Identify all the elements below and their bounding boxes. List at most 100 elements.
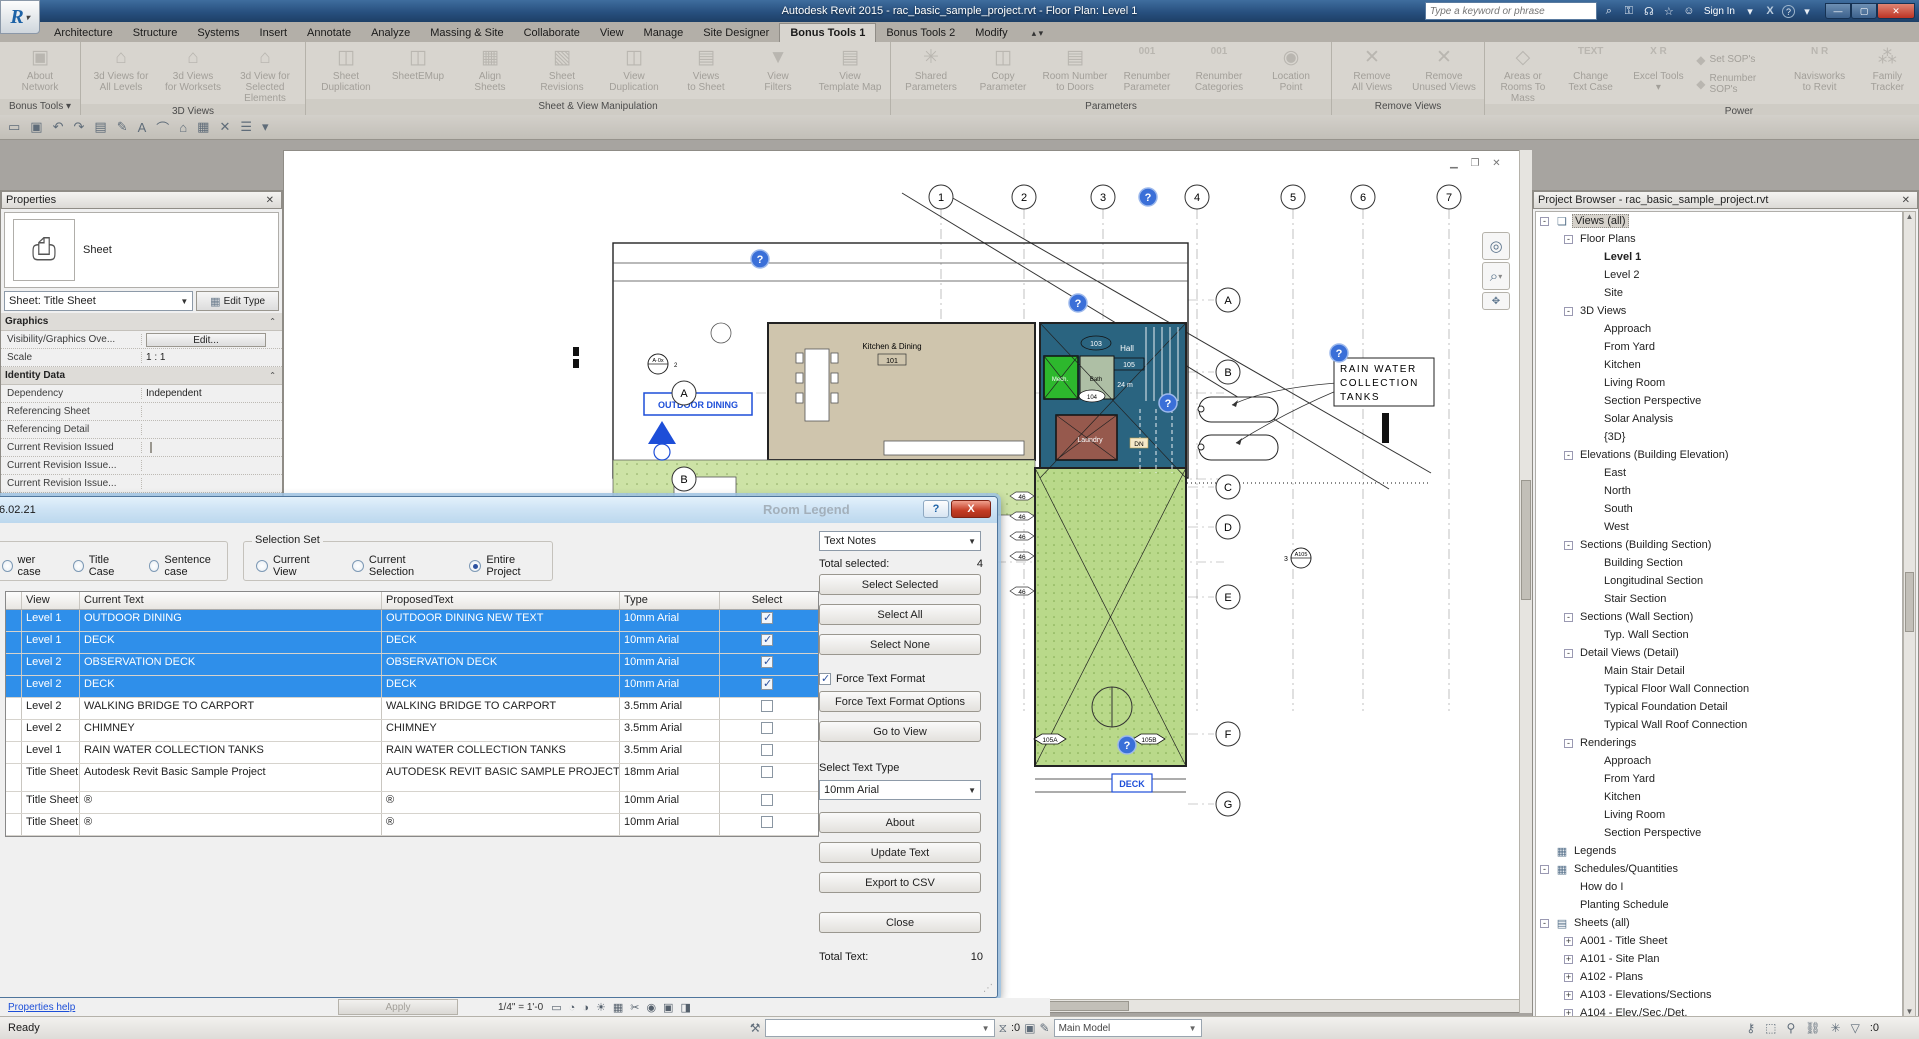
force-text-format-checkbox[interactable]	[819, 673, 831, 685]
update-text-button[interactable]: Update Text	[819, 842, 981, 863]
tree-item-site[interactable]: Site	[1536, 284, 1902, 302]
graphics-section-header[interactable]: Graphics⌃	[1, 313, 282, 331]
qat-icon-9[interactable]: ▦	[197, 119, 209, 135]
qat-icon-11[interactable]: ☰	[240, 119, 252, 135]
table-row[interactable]: Level 1DECKDECK10mm Arial	[6, 632, 818, 654]
tree-expander-icon[interactable]: +	[1564, 991, 1573, 1000]
restore-button[interactable]: ▢	[1851, 3, 1877, 19]
tree-item-schedules-quantities[interactable]: -▦Schedules/Quantities	[1536, 860, 1902, 878]
vg-edit-button[interactable]: Edit...	[146, 333, 266, 347]
qat-icon-8[interactable]: ⌂	[179, 120, 187, 135]
tree-expander-icon[interactable]: +	[1564, 937, 1573, 946]
sign-in-dropdown-icon[interactable]: ▾	[1742, 5, 1758, 18]
tree-expander-icon[interactable]: -	[1540, 919, 1549, 928]
tree-item-section-perspective[interactable]: Section Perspective	[1536, 824, 1902, 842]
qat-icon-4[interactable]: ▤	[94, 119, 106, 135]
ribbon-button-copy-parameter[interactable]: ◫Copy Parameter	[967, 43, 1039, 99]
apply-button[interactable]: Apply	[338, 999, 458, 1015]
row-select-checkbox[interactable]	[761, 612, 773, 624]
tree-item-planting-schedule[interactable]: Planting Schedule	[1536, 896, 1902, 914]
table-row[interactable]: Level 1OUTDOOR DININGOUTDOOR DINING NEW …	[6, 610, 818, 632]
close-button[interactable]: ✕	[1877, 3, 1915, 19]
tree-item-typical-floor-wall-connection[interactable]: Typical Floor Wall Connection	[1536, 680, 1902, 698]
tree-item-south[interactable]: South	[1536, 500, 1902, 518]
elevation-marker[interactable]: A·0x 2	[648, 354, 678, 374]
help-dropdown-icon[interactable]: ▾	[1799, 5, 1815, 18]
row-select-checkbox[interactable]	[761, 794, 773, 806]
tree-item-section-perspective[interactable]: Section Perspective	[1536, 392, 1902, 410]
ribbon-button-3d-views-for-all-levels[interactable]: ⌂3d Views for All Levels	[85, 43, 157, 104]
qat-icon-2[interactable]: ↶	[53, 119, 64, 135]
view-control-icon-6[interactable]: ◉	[646, 1002, 656, 1014]
tree-item-sheets-all-[interactable]: -▤Sheets (all)	[1536, 914, 1902, 932]
tree-item-living-room[interactable]: Living Room	[1536, 806, 1902, 824]
table-header-row[interactable]: View Current Text ProposedText Type Sele…	[6, 592, 818, 610]
tree-item-east[interactable]: East	[1536, 464, 1902, 482]
help-search-box[interactable]	[1425, 2, 1597, 20]
table-row[interactable]: Title SheetAutodesk Revit Basic Sample P…	[6, 764, 818, 792]
ribbon-button-3d-view-for-selected-elements[interactable]: ⌂3d View for Selected Elements	[229, 43, 301, 104]
tab-massing-site[interactable]: Massing & Site	[420, 24, 513, 42]
communication-icon[interactable]: ☊	[1641, 5, 1657, 18]
tree-item-approach[interactable]: Approach	[1536, 320, 1902, 338]
tree-expander-icon[interactable]: -	[1564, 649, 1573, 658]
tree-item-views-all-[interactable]: -❏Views (all)	[1536, 212, 1902, 230]
tab-bonus-tools-1[interactable]: Bonus Tools 1	[779, 23, 876, 42]
view-control-icon-2[interactable]: ◑	[582, 1002, 589, 1014]
select-underlay-icon[interactable]: ✳	[1831, 1021, 1841, 1035]
tree-item-stair-section[interactable]: Stair Section	[1536, 590, 1902, 608]
ribbon-button-sheetemup[interactable]: ◫SheetEMup	[382, 43, 454, 99]
tree-item-north[interactable]: North	[1536, 482, 1902, 500]
ribbon-group-label[interactable]: Parameters	[891, 99, 1331, 115]
tree-item-a102-plans[interactable]: +A102 - Plans	[1536, 968, 1902, 986]
tree-item-living-room[interactable]: Living Room	[1536, 374, 1902, 392]
tab-bonus-tools-2[interactable]: Bonus Tools 2	[876, 24, 965, 42]
tree-item-3d-views[interactable]: -3D Views	[1536, 302, 1902, 320]
tab-collaborate[interactable]: Collaborate	[514, 24, 590, 42]
tree-expander-icon[interactable]: -	[1564, 613, 1573, 622]
identity-data-section-header[interactable]: Identity Data⌃	[1, 367, 282, 385]
select-pinned-icon[interactable]: ⚲	[1786, 1021, 1795, 1035]
ribbon-button-location-point[interactable]: ◉Location Point	[1255, 43, 1327, 99]
project-browser-scrollbar[interactable]: ▲ ▼	[1903, 211, 1916, 1017]
tree-expander-icon[interactable]: +	[1564, 955, 1573, 964]
zoom-tool-icon[interactable]: ⌕▾	[1482, 262, 1510, 290]
qat-icon-3[interactable]: ↷	[74, 119, 85, 135]
tree-item-detail-views-detail-[interactable]: -Detail Views (Detail)	[1536, 644, 1902, 662]
ribbon-button-renumber-sop-s[interactable]: ◆Renumber SOP's	[1696, 73, 1781, 95]
tab-structure[interactable]: Structure	[123, 24, 188, 42]
qat-icon-5[interactable]: ✎	[117, 119, 128, 135]
tree-expander-icon[interactable]: -	[1540, 865, 1549, 874]
ribbon-group-label[interactable]: Remove Views	[1332, 99, 1484, 115]
tree-item-west[interactable]: West	[1536, 518, 1902, 536]
canvas-horizontal-scrollbar[interactable]	[999, 999, 1519, 1012]
ribbon-button-change-text-case[interactable]: TEXTChange Text Case	[1557, 43, 1625, 104]
outdoor-dining-label[interactable]: OUTDOOR DINING	[644, 393, 752, 415]
canvas-vertical-scrollbar[interactable]	[1519, 150, 1532, 1013]
tree-expander-icon[interactable]: -	[1564, 451, 1573, 460]
view-control-icon-3[interactable]: ☀	[596, 1002, 606, 1014]
table-row[interactable]: Title Sheet®®10mm Arial	[6, 792, 818, 814]
pan-tool-icon[interactable]: ✥	[1482, 292, 1510, 310]
tree-item-a103-elevations-sections[interactable]: +A103 - Elevations/Sections	[1536, 986, 1902, 1004]
deck-label[interactable]: DECK	[1112, 774, 1152, 792]
dialog-close-button[interactable]: X	[951, 500, 991, 518]
tab-systems[interactable]: Systems	[187, 24, 249, 42]
dialog-title-bar[interactable]: 6.02.21 Room Legend ? X	[0, 497, 997, 523]
text-type-dropdown[interactable]: 10mm Arial▼	[819, 780, 981, 800]
tree-item-approach[interactable]: Approach	[1536, 752, 1902, 770]
tree-item-kitchen[interactable]: Kitchen	[1536, 788, 1902, 806]
case-radio-wer-case[interactable]: wer case	[2, 554, 55, 578]
tree-expander-icon[interactable]: -	[1540, 217, 1549, 226]
tab-site-designer[interactable]: Site Designer	[693, 24, 779, 42]
search-icon[interactable]: ⌕	[1601, 5, 1617, 18]
ribbon-button-room-number-to-doors[interactable]: ▤Room Number to Doors	[1039, 43, 1111, 99]
tab-analyze[interactable]: Analyze	[361, 24, 420, 42]
ribbon-button-navisworks-to-revit[interactable]: N RNavisworks to Revit	[1786, 43, 1854, 104]
row-select-checkbox[interactable]	[761, 816, 773, 828]
go-to-view-button[interactable]: Go to View	[819, 721, 981, 742]
exchange-apps-icon[interactable]: X	[1762, 5, 1778, 17]
view-scale[interactable]: 1/4" = 1'-0	[498, 1002, 543, 1013]
qat-icon-7[interactable]: ⌒	[156, 118, 169, 137]
table-row[interactable]: Level 2CHIMNEYCHIMNEY3.5mm Arial	[6, 720, 818, 742]
